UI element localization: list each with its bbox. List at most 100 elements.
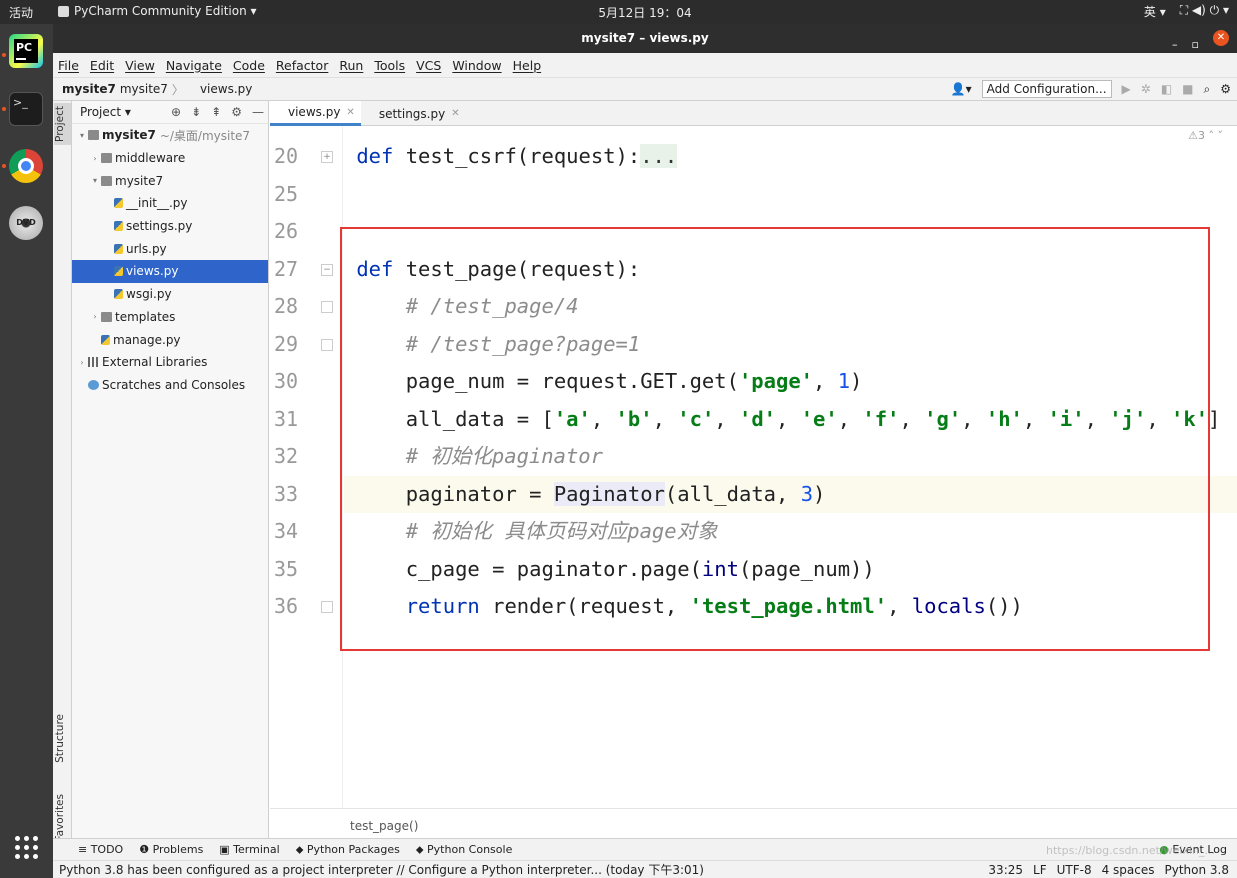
code-line[interactable]: def test_page(request): xyxy=(344,251,1237,289)
tool-tab-structure[interactable]: Structure xyxy=(54,711,66,766)
code-line[interactable]: # 初始化 具体页码对应page对象 xyxy=(344,513,1237,551)
terminal-launcher-icon[interactable]: >_ xyxy=(9,92,43,126)
line-number[interactable]: 27 xyxy=(274,251,314,289)
close-tab-icon[interactable]: ✕ xyxy=(451,108,459,119)
inspection-warnings-indicator[interactable]: ⚠3 ˄ ˅ xyxy=(1188,129,1223,142)
code-line[interactable]: page_num = request.GET.get('page', 1) xyxy=(344,363,1237,401)
tree-item-mysite7[interactable]: ▾ mysite7 xyxy=(72,169,268,192)
line-number[interactable]: 32 xyxy=(274,438,314,476)
tree-item-views-py[interactable]: views.py xyxy=(72,260,268,283)
line-number[interactable]: 28 xyxy=(274,288,314,326)
add-configuration-button[interactable]: Add Configuration... xyxy=(981,80,1112,98)
activities-button[interactable]: 活动 xyxy=(9,4,33,21)
stop-icon[interactable]: ■ xyxy=(1182,82,1193,96)
interpreter-selector[interactable]: Python 3.8 xyxy=(1165,863,1230,877)
fold-marker-icon[interactable] xyxy=(321,301,333,313)
line-number[interactable]: 20 xyxy=(274,138,314,176)
menu-vcs[interactable]: VCS xyxy=(416,58,441,73)
user-icon[interactable]: 👤▾ xyxy=(951,82,972,96)
menu-navigate[interactable]: Navigate xyxy=(166,58,222,73)
settings-gear-icon[interactable]: ⚙ xyxy=(1220,82,1231,96)
app-menu[interactable]: PyCharm Community Edition ▾ xyxy=(58,4,257,18)
menu-edit[interactable]: Edit xyxy=(90,58,114,73)
line-number[interactable]: 31 xyxy=(274,401,314,439)
debug-icon[interactable]: ✲ xyxy=(1141,82,1151,96)
code-line[interactable]: def test_csrf(request):... xyxy=(344,138,1237,176)
menu-tools[interactable]: Tools xyxy=(374,58,405,73)
status-message[interactable]: Python 3.8 has been configured as a proj… xyxy=(59,861,704,878)
clock[interactable]: 5月12日 19：04 xyxy=(560,4,730,21)
code-line[interactable]: paginator = Paginator(all_data, 3) xyxy=(344,475,1237,513)
close-button[interactable]: ✕ xyxy=(1213,30,1229,46)
tree-item--init-py[interactable]: __init__.py xyxy=(72,192,268,215)
tree-item-wsgi-py[interactable]: wsgi.py xyxy=(72,283,268,306)
menu-help[interactable]: Help xyxy=(513,58,542,73)
indent-setting[interactable]: 4 spaces xyxy=(1102,863,1155,877)
fold-marker-icon[interactable] xyxy=(321,338,333,351)
line-number[interactable]: 35 xyxy=(274,551,314,589)
line-number[interactable]: 33 xyxy=(274,476,314,514)
tool-tab-project[interactable]: Project xyxy=(54,103,71,145)
tool-tab-python-console[interactable]: ⬥ Python Console xyxy=(416,843,513,857)
tool-tab-todo[interactable]: ≡ TODO xyxy=(78,843,123,856)
network-volume-power-icon[interactable]: ⛶ ◀) ⏻ ▾ xyxy=(1180,3,1229,20)
tool-tab-favorites[interactable]: Favorites xyxy=(54,791,66,844)
menu-run[interactable]: Run xyxy=(339,58,363,73)
breadcrumb-project[interactable]: mysite7 xyxy=(62,82,116,96)
code-line[interactable]: return render(request, 'test_page.html',… xyxy=(344,588,1237,626)
tree-item-mysite7[interactable]: ▾ mysite7 ~/桌面/mysite7 xyxy=(72,124,268,147)
tool-tab-terminal[interactable]: ▣ Terminal xyxy=(219,843,279,856)
system-tray[interactable]: 英 ▾ ⛶ ◀) ⏻ ▾ xyxy=(1144,3,1229,20)
tree-toggle-icon[interactable]: › xyxy=(76,358,88,367)
line-separator[interactable]: LF xyxy=(1033,863,1047,877)
coverage-icon[interactable]: ◧ xyxy=(1161,82,1172,96)
line-number[interactable]: 34 xyxy=(274,513,314,551)
line-number[interactable]: 26 xyxy=(274,213,314,251)
close-tab-icon[interactable]: ✕ xyxy=(346,107,354,118)
code-line[interactable]: # /test_page?page=1 xyxy=(344,326,1237,364)
tree-toggle-icon[interactable]: ▾ xyxy=(76,131,88,140)
menu-window[interactable]: Window xyxy=(452,58,501,73)
pycharm-launcher-icon[interactable]: PC xyxy=(9,34,43,68)
tree-item-settings-py[interactable]: settings.py xyxy=(72,215,268,238)
code-editor[interactable]: def test_csrf(request):... def test_page… xyxy=(344,126,1237,808)
chrome-launcher-icon[interactable] xyxy=(9,149,43,183)
tree-item-middleware[interactable]: › middleware xyxy=(72,147,268,170)
line-number[interactable]: 30 xyxy=(274,363,314,401)
hide-panel-icon[interactable]: — xyxy=(252,105,264,119)
line-number[interactable]: 25 xyxy=(274,176,314,214)
code-line[interactable] xyxy=(344,176,1237,214)
expand-all-icon[interactable]: ⇟ xyxy=(191,105,201,119)
tree-toggle-icon[interactable]: ▾ xyxy=(89,176,101,185)
tree-item-manage-py[interactable]: manage.py xyxy=(72,328,268,351)
menu-code[interactable]: Code xyxy=(233,58,265,73)
tree-toggle-icon[interactable]: › xyxy=(89,312,101,321)
editor-tab-views-py[interactable]: views.py ✕ xyxy=(270,101,361,126)
menu-refactor[interactable]: Refactor xyxy=(276,58,328,73)
search-icon[interactable]: ⌕ xyxy=(1204,82,1211,97)
dvd-icon[interactable]: DVD xyxy=(9,206,43,240)
options-gear-icon[interactable]: ⚙ xyxy=(231,105,242,119)
code-line[interactable]: # /test_page/4 xyxy=(344,288,1237,326)
locate-icon[interactable]: ⊕ xyxy=(171,105,181,119)
fold-marker-icon[interactable] xyxy=(321,601,333,613)
collapse-all-icon[interactable]: ⇞ xyxy=(211,105,221,119)
caret-position[interactable]: 33:25 xyxy=(988,863,1023,877)
line-number[interactable]: 29 xyxy=(274,326,314,364)
breadcrumb-file[interactable]: views.py xyxy=(200,82,252,96)
run-icon[interactable]: ▶ xyxy=(1122,82,1131,96)
code-line[interactable]: c_page = paginator.page(int(page_num)) xyxy=(344,551,1237,589)
menu-view[interactable]: View xyxy=(125,58,155,73)
tree-toggle-icon[interactable]: › xyxy=(89,154,101,163)
menu-file[interactable]: File xyxy=(58,58,79,73)
tool-tab-problems[interactable]: ❶ Problems xyxy=(139,843,203,856)
line-number[interactable]: 36 xyxy=(274,588,314,626)
tree-item-external-libraries[interactable]: › External Libraries xyxy=(72,351,268,374)
maximize-button[interactable]: ▫ xyxy=(1192,30,1199,59)
breadcrumb-package[interactable]: mysite7 xyxy=(120,82,168,96)
code-breadcrumb-function[interactable]: test_page() xyxy=(350,819,418,833)
code-line[interactable]: # 初始化paginator xyxy=(344,438,1237,476)
tree-item-scratches-and-consoles[interactable]: Scratches and Consoles xyxy=(72,374,268,397)
fold-marker-icon[interactable]: − xyxy=(321,263,333,276)
project-view-selector[interactable]: Project ▾ xyxy=(80,105,131,119)
